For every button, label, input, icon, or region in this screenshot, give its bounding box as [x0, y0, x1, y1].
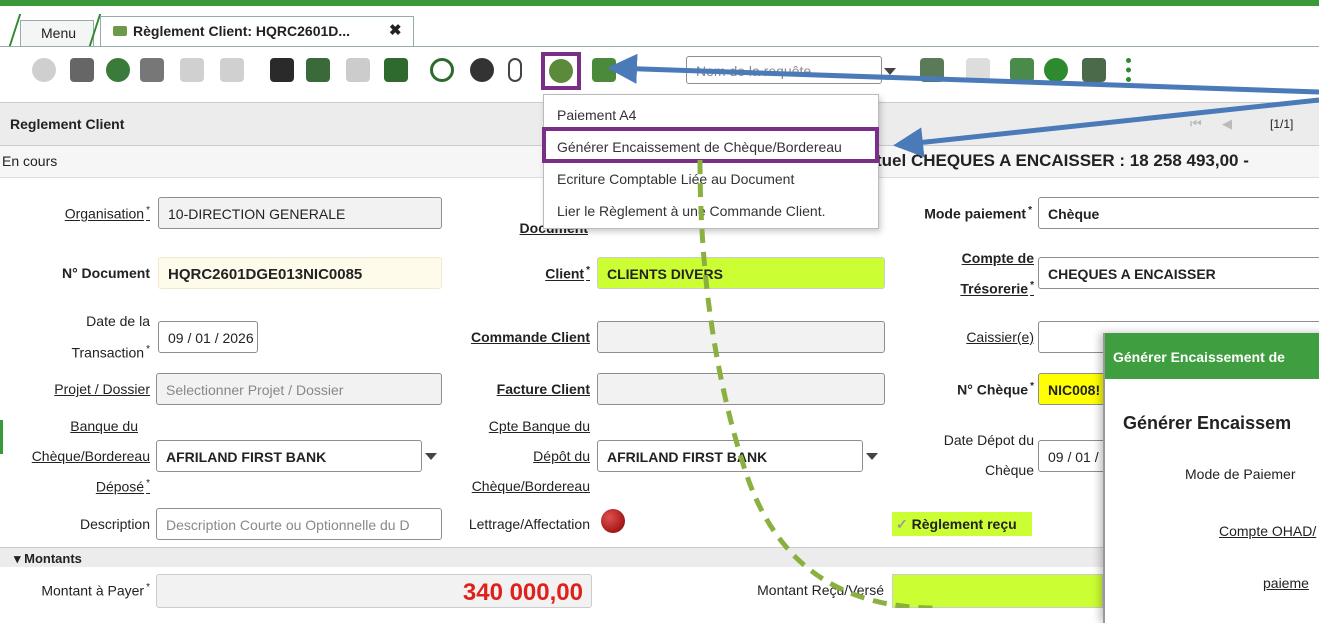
annotation-dashed-arrow: [697, 159, 940, 608]
left-accent: [0, 420, 3, 454]
annotation-overlay: [607, 53, 1319, 608]
annotation-arrow: [607, 53, 1319, 95]
annotation-arrow: [893, 97, 1319, 158]
